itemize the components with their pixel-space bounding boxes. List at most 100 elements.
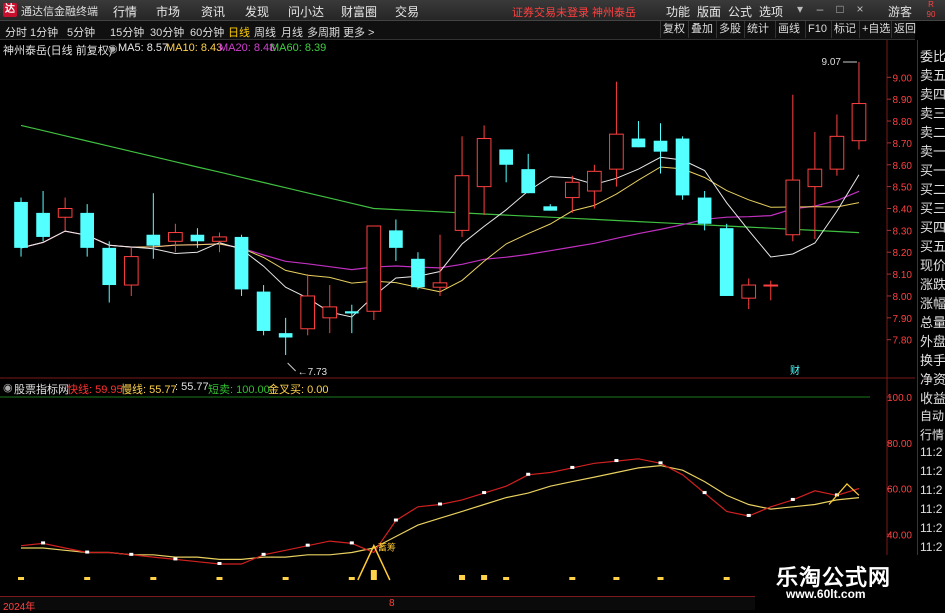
sidebar-item[interactable]: 11:2	[920, 540, 942, 554]
sidebar-item[interactable]: 委比	[920, 46, 945, 65]
short-sell-label: 短卖: 100.00	[208, 384, 270, 396]
quote-sidebar: 委比 卖五 卖四 卖三 卖二 卖一 买一 买二 买三 买四 买五 现价 涨跌 涨幅 总量 外盘 换手 净资 收益 自动…	[917, 40, 945, 609]
candle-body	[454, 175, 470, 231]
sidebar-item[interactable]: 11:2	[920, 502, 942, 516]
sidebar-item[interactable]: 卖四	[920, 84, 945, 103]
sidebar-item[interactable]: 自动	[920, 407, 944, 424]
cai-marker: 财	[790, 364, 800, 377]
fast-dot	[526, 472, 531, 476]
ma-settings-icon[interactable]: ◉	[108, 42, 118, 55]
volume-bar	[216, 577, 223, 580]
price-tick-label: 8.80	[893, 117, 913, 128]
sidebar-item[interactable]: 买二	[920, 179, 945, 198]
fast-dot	[482, 491, 487, 495]
price-tick-label: 8.50	[893, 183, 913, 194]
indicator-settings-icon[interactable]: ◉	[3, 381, 13, 394]
fast-line	[20, 458, 860, 565]
fast-dot	[614, 459, 619, 463]
price-tick-label: 8.10	[893, 270, 913, 281]
candle-body	[763, 284, 779, 287]
value-label: : 55.77	[175, 381, 209, 393]
candle-body	[322, 306, 338, 319]
price-tick-label: 7.80	[893, 336, 913, 347]
fast-dot	[217, 561, 222, 565]
volume-bar	[503, 577, 510, 580]
volume-bar	[723, 577, 730, 580]
price-tick-label: 8.30	[893, 226, 913, 237]
sidebar-item[interactable]: 涨幅	[920, 293, 945, 312]
fast-dot	[746, 513, 751, 517]
jizhu-label: 蓄筹	[378, 541, 396, 553]
sidebar-item[interactable]: 现价	[920, 255, 945, 274]
candle-body	[344, 311, 359, 314]
high-label: 9.07	[822, 57, 842, 68]
candle-body	[499, 149, 513, 165]
candle-body	[741, 284, 757, 299]
volume-bar	[348, 577, 355, 580]
ind-tick-label: 60.00	[887, 485, 912, 496]
sidebar-item[interactable]: 11:2	[920, 483, 942, 497]
fast-line-label: 快线: 59.95	[67, 384, 123, 396]
sidebar-item[interactable]: 换手	[920, 350, 945, 369]
price-tick-label: 7.90	[893, 314, 913, 325]
sidebar-item[interactable]: 买四	[920, 217, 945, 236]
slow-line-label: 慢线: 55.77	[121, 384, 177, 396]
sidebar-item[interactable]: 卖三	[920, 103, 945, 122]
price-tick-label: 8.60	[893, 161, 913, 172]
ind-tick-label: 80.00	[887, 439, 912, 450]
sidebar-item[interactable]: 11:2	[920, 464, 942, 478]
candle-body	[476, 138, 492, 188]
candle-body	[587, 170, 602, 192]
price-tick-label: 8.70	[893, 139, 913, 150]
candle-body	[36, 212, 50, 237]
sidebar-item[interactable]: 11:2	[920, 445, 942, 459]
ind-tick-label: 100.0	[887, 393, 912, 404]
fast-dot	[349, 541, 354, 545]
candle-body	[543, 206, 558, 211]
volume-bar	[459, 575, 466, 580]
sidebar-item[interactable]: 净资	[920, 369, 945, 388]
candle-body	[653, 140, 668, 152]
candle-body	[697, 197, 712, 224]
fast-dot	[305, 543, 310, 547]
date-marker: 8	[389, 598, 395, 609]
sidebar-item[interactable]: 11:2	[920, 521, 942, 535]
candle-body	[829, 135, 845, 170]
sidebar-item[interactable]: 卖二	[920, 122, 945, 141]
candle-body	[609, 133, 624, 170]
watermark-url: www.60lt.com	[786, 587, 866, 601]
kline-chart[interactable]: 9.07←7.73财 100.080.0060.0040.0020.00蓄筹 9…	[0, 0, 945, 609]
fast-dot	[570, 465, 575, 469]
fast-dot	[173, 557, 178, 561]
candle-body	[785, 179, 801, 236]
candle-body	[123, 256, 139, 286]
sidebar-item[interactable]: 买一	[920, 160, 945, 179]
ma5-label: MA5: 8.57	[118, 42, 169, 54]
ma20-label: MA20: 8.48	[219, 42, 276, 54]
price-tick-label: 8.90	[893, 95, 913, 106]
sidebar-item[interactable]: 收益	[920, 388, 945, 407]
sidebar-item[interactable]: 卖五	[920, 65, 945, 84]
sidebar-item[interactable]: 总量	[920, 312, 945, 331]
sidebar-item[interactable]: 买三	[920, 198, 945, 217]
candle-body	[631, 138, 646, 148]
sidebar-item[interactable]: 买五	[920, 236, 945, 255]
candle-body	[300, 295, 316, 330]
stock-title: 神州泰岳(日线 前复权)	[3, 45, 113, 57]
candle-body	[146, 234, 161, 246]
volume-bar	[150, 577, 157, 580]
sidebar-item[interactable]: 卖一	[920, 141, 945, 160]
candle-body	[168, 232, 183, 242]
golden-cross-label: 金叉买: 0.00	[268, 384, 329, 396]
candle-body	[278, 333, 293, 338]
candle-body	[14, 201, 28, 248]
price-tick-label: 8.40	[893, 205, 913, 216]
sidebar-item[interactable]: 涨跌	[920, 274, 945, 293]
candle-body	[807, 168, 823, 188]
sidebar-item[interactable]: 行情	[920, 426, 944, 443]
candle-body	[521, 169, 536, 194]
fast-dot	[85, 550, 90, 554]
side-badge: R 90	[926, 0, 936, 19]
candle-body	[851, 103, 867, 142]
sidebar-item[interactable]: 外盘	[920, 331, 945, 350]
